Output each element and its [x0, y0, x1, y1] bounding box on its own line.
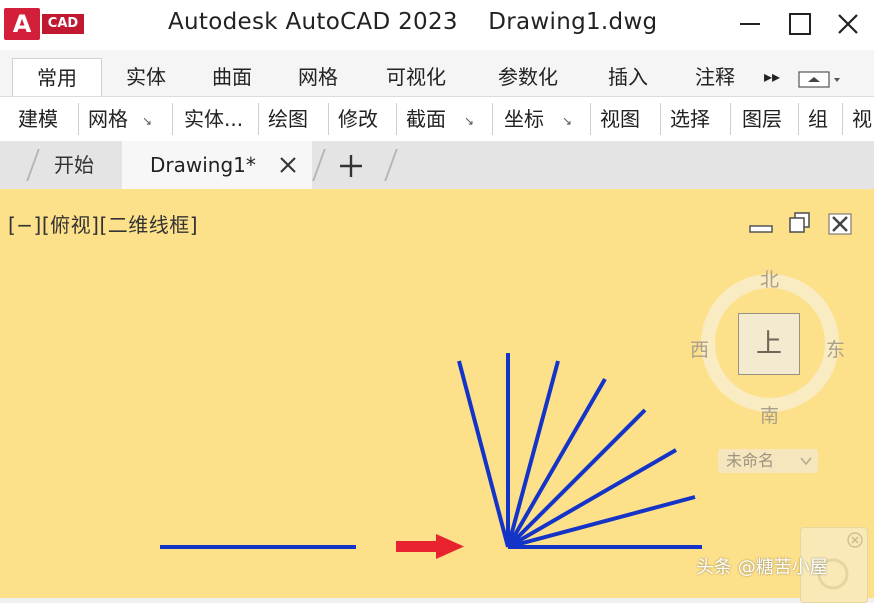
panel-label: 组 — [808, 107, 828, 131]
ribbon-tab-solid[interactable]: 实体 — [112, 58, 180, 96]
app-logo[interactable]: A CAD — [4, 6, 84, 40]
minimize-icon — [740, 23, 760, 25]
panel-view-2[interactable]: 视 — [852, 97, 872, 141]
panel-modeling[interactable]: 建模 — [18, 97, 58, 141]
panel-divider — [660, 103, 661, 135]
ribbon-panel-bar: 建模 网格 ↘ 实体... 绘图 修改 截面 ↘ 坐标 ↘ 视图 选择 图层 组 视 — [0, 96, 874, 142]
panel-solid-editing[interactable]: 实体... — [184, 97, 243, 141]
ribbon-overflow-icon[interactable]: ▸▸ — [758, 58, 786, 96]
tab-separator — [26, 149, 40, 181]
panel-view[interactable]: 视图 — [600, 97, 640, 141]
panel-label: 视图 — [600, 107, 640, 131]
maximize-button[interactable] — [780, 6, 820, 42]
panel-draw[interactable]: 绘图 — [268, 97, 308, 141]
panel-label: 图层 — [742, 107, 782, 131]
new-tab-plus-icon[interactable] — [338, 153, 364, 179]
panel-mesh[interactable]: 网格 ↘ — [88, 97, 152, 141]
file-tab-label: Drawing1* — [150, 153, 256, 177]
watermark-text: 头条 @糖苦小屋 — [696, 557, 828, 578]
array-line-8[interactable] — [457, 360, 510, 548]
panel-divider — [492, 103, 493, 135]
panel-label: 截面 — [406, 107, 446, 131]
file-tab-drawing1[interactable]: Drawing1* — [122, 141, 312, 189]
file-tab-bar: 开始 Drawing1* — [0, 141, 874, 189]
panel-label: 选择 — [670, 107, 710, 131]
tab-separator — [312, 149, 326, 181]
ribbon-tab-parametric[interactable]: 参数化 — [484, 58, 572, 96]
panel-divider — [798, 103, 799, 135]
ribbon-tab-annotate[interactable]: 注释 — [682, 58, 748, 96]
panel-divider — [78, 103, 79, 135]
tab-separator — [384, 149, 398, 181]
drawing-viewport[interactable]: [−][俯视][二维线框] 北 南 东 西 上 未命名 头条 @糖苦小屋 — [0, 189, 874, 603]
panel-divider — [328, 103, 329, 135]
app-logo-text: CAD — [42, 14, 84, 34]
ribbon-tab-visualize[interactable]: 可视化 — [374, 58, 458, 96]
file-tab-start[interactable]: 开始 — [54, 141, 94, 189]
ribbon-tab-mesh[interactable]: 网格 — [284, 58, 352, 96]
maximize-icon — [789, 13, 811, 35]
ribbon-minimize-toggle[interactable] — [798, 70, 842, 90]
close-button[interactable] — [828, 6, 868, 42]
window-title: Autodesk AutoCAD 2023 Drawing1.dwg — [168, 9, 658, 35]
arrayed-lines[interactable] — [457, 353, 702, 549]
panel-expand-icon[interactable]: ↘ — [562, 114, 572, 128]
app-logo-letter: A — [4, 8, 40, 40]
panel-divider — [172, 103, 173, 135]
panel-modify[interactable]: 修改 — [338, 97, 378, 141]
panel-label: 视 — [852, 107, 872, 131]
panel-section[interactable]: 截面 ↘ — [406, 97, 474, 141]
array-line-6[interactable] — [506, 360, 560, 548]
panel-divider — [258, 103, 259, 135]
panel-label: 修改 — [338, 107, 378, 131]
panel-selection[interactable]: 选择 — [670, 97, 710, 141]
panel-label: 绘图 — [268, 107, 308, 131]
panel-divider — [842, 103, 843, 135]
title-bar: A CAD Autodesk AutoCAD 2023 Drawing1.dwg — [0, 0, 874, 50]
tab-close-icon[interactable] — [278, 155, 298, 175]
panel-label: 建模 — [18, 107, 58, 131]
panel-label: 网格 — [88, 107, 128, 131]
drawing-canvas[interactable] — [0, 189, 874, 598]
close-icon — [838, 14, 858, 34]
ribbon-tab-home[interactable]: 常用 — [12, 58, 102, 97]
ribbon-tab-surface[interactable]: 曲面 — [198, 58, 266, 96]
panel-expand-icon[interactable]: ↘ — [142, 114, 152, 128]
transform-arrow-icon — [396, 534, 464, 559]
panel-divider — [396, 103, 397, 135]
panel-label: 实体... — [184, 107, 244, 131]
panel-groups[interactable]: 组 — [808, 97, 828, 141]
panel-toggle-icon — [798, 71, 840, 88]
panel-coordinates[interactable]: 坐标 ↘ — [504, 97, 572, 141]
ribbon-tab-bar: 常用 实体 曲面 网格 可视化 参数化 插入 注释 ▸▸ — [0, 50, 874, 97]
ribbon-tab-insert[interactable]: 插入 — [596, 58, 660, 96]
array-line-2[interactable] — [507, 495, 696, 549]
minimize-button[interactable] — [730, 6, 770, 42]
panel-expand-icon[interactable]: ↘ — [464, 114, 474, 128]
panel-divider — [730, 103, 731, 135]
panel-divider — [590, 103, 591, 135]
panel-layers[interactable]: 图层 — [742, 97, 782, 141]
panel-label: 坐标 — [504, 107, 544, 131]
